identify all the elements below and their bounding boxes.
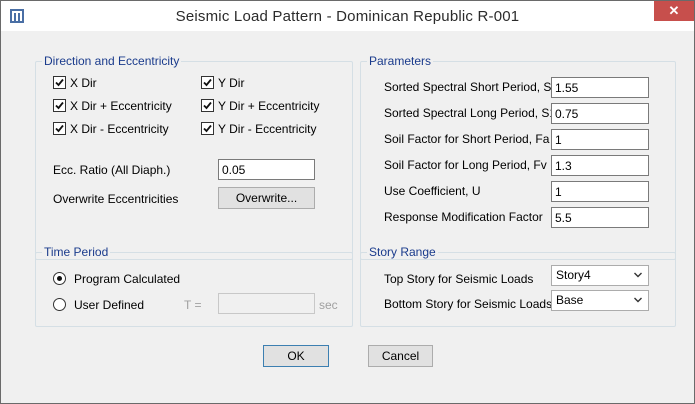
check-icon [55, 124, 64, 133]
ecc-ratio-label: Ecc. Ratio (All Diaph.) [53, 163, 171, 177]
top-story-label: Top Story for Seismic Loads [384, 272, 534, 286]
group-title: Time Period [42, 245, 111, 259]
parameters-group: Parameters Sorted Spectral Short Period,… [360, 54, 676, 260]
group-title: Direction and Eccentricity [42, 54, 182, 68]
time-period-group: Time Period Program Calculated User Defi… [35, 245, 353, 327]
param-label: Use Coefficient, U [384, 184, 481, 198]
check-icon [203, 101, 212, 110]
chevron-down-icon [634, 272, 642, 278]
checkbox-label: Y Dir + Eccentricity [218, 99, 320, 113]
checkbox-label: X Dir + Eccentricity [70, 99, 172, 113]
title-bar[interactable]: Seismic Load Pattern - Dominican Republi… [1, 1, 694, 31]
overwrite-eccentricities-label: Overwrite Eccentricities [53, 192, 179, 206]
checkbox[interactable] [201, 122, 214, 135]
checkbox[interactable] [201, 76, 214, 89]
cancel-button[interactable]: Cancel [368, 345, 433, 367]
user-defined-label: User Defined [74, 298, 145, 312]
chevron-down-icon [634, 297, 642, 303]
param-label: Sorted Spectral Long Period, S1 [384, 106, 557, 120]
check-icon [55, 78, 64, 87]
param-u-input[interactable] [551, 181, 649, 202]
checkbox-label: X Dir - Eccentricity [70, 122, 169, 136]
t-label: T = [184, 298, 202, 312]
param-label: Sorted Spectral Short Period, Ss [384, 80, 558, 94]
program-calculated-radio[interactable] [53, 272, 66, 285]
group-title: Story Range [367, 245, 438, 259]
window-title: Seismic Load Pattern - Dominican Republi… [175, 8, 520, 25]
checkbox[interactable] [53, 99, 66, 112]
check-icon [203, 78, 212, 87]
param-label: Response Modification Factor [384, 210, 543, 224]
param-label: Soil Factor for Long Period, Fv [384, 158, 547, 172]
param-ss-input[interactable] [551, 77, 649, 98]
check-icon [55, 101, 64, 110]
program-calculated-label: Program Calculated [74, 272, 181, 286]
story-range-group: Story Range Top Story for Seismic Loads … [360, 245, 676, 327]
bottom-story-label: Bottom Story for Seismic Loads [384, 297, 553, 311]
dialog-body: Direction and Eccentricity X Dir X Dir +… [9, 31, 685, 395]
bottom-story-select[interactable]: Base [551, 290, 649, 311]
group-title: Parameters [367, 54, 434, 68]
direction-eccentricity-group: Direction and Eccentricity X Dir X Dir +… [35, 54, 353, 260]
overwrite-button[interactable]: Overwrite... [218, 187, 315, 209]
close-button[interactable]: ✕ [654, 1, 694, 21]
checkbox-label: Y Dir - Eccentricity [218, 122, 317, 136]
checkbox[interactable] [53, 122, 66, 135]
checkbox[interactable] [201, 99, 214, 112]
param-fa-input[interactable] [551, 129, 649, 150]
user-defined-radio[interactable] [53, 298, 66, 311]
param-label: Soil Factor for Short Period, Fa [384, 132, 550, 146]
check-icon [203, 124, 212, 133]
param-s1-input[interactable] [551, 103, 649, 124]
top-story-select[interactable]: Story4 [551, 265, 649, 286]
close-icon: ✕ [668, 3, 680, 18]
top-story-value: Story4 [556, 268, 591, 282]
sec-unit-label: sec [319, 298, 338, 312]
param-r-input[interactable] [551, 207, 649, 228]
checkbox-label: Y Dir [218, 76, 245, 90]
checkbox[interactable] [53, 76, 66, 89]
bottom-story-value: Base [556, 293, 584, 307]
ecc-ratio-input[interactable] [218, 159, 315, 180]
dialog-window: Seismic Load Pattern - Dominican Republi… [0, 0, 695, 404]
ok-button[interactable]: OK [263, 345, 329, 367]
t-value-input[interactable] [218, 293, 315, 314]
checkbox-label: X Dir [70, 76, 97, 90]
param-fv-input[interactable] [551, 155, 649, 176]
